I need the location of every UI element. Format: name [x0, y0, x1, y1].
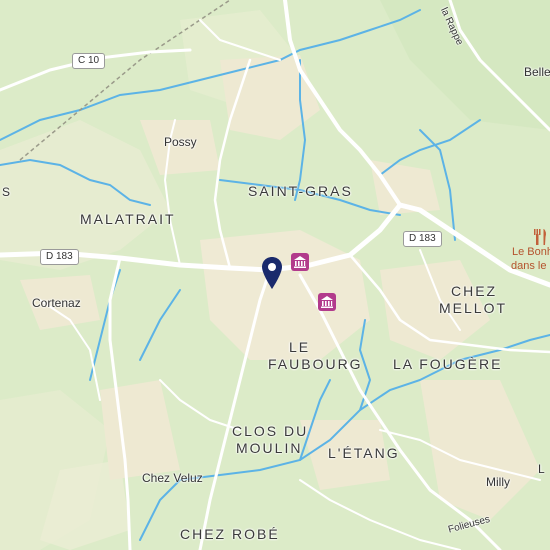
place-cortenaz: Cortenaz	[32, 296, 81, 310]
museum-icon[interactable]	[318, 293, 336, 311]
place-chez-mellot-line1: CHEZ	[451, 283, 498, 299]
place-belle: Belle	[524, 65, 550, 79]
place-le-faubourg-line1: LE	[289, 339, 311, 355]
place-le-faubourg-line2: FAUBOURG	[268, 356, 363, 372]
place-l-etang: L'ÉTANG	[328, 445, 400, 461]
place-clos-du-moulin-line1: CLOS DU	[232, 423, 309, 439]
road-label-d183-east: D 183	[403, 231, 442, 247]
location-pin-icon[interactable]	[261, 256, 283, 295]
place-milly: Milly	[486, 475, 510, 489]
restaurant-name-line2: dans le	[511, 260, 547, 272]
road-label-d183-west: D 183	[40, 249, 79, 265]
place-chez-mellot-line2: MELLOT	[439, 300, 508, 316]
place-chez-veluz: Chez Veluz	[142, 471, 203, 485]
place-malatrait: MALATRAIT	[80, 211, 176, 227]
map-view[interactable]: C 10 D 183 D 183 SAINT-GRAS MALATRAIT CH…	[0, 0, 550, 550]
place-clos-du-moulin-line2: MOULIN	[236, 440, 303, 456]
restaurant-name-line1: Le Bonh	[512, 246, 550, 258]
road-label-c10: C 10	[72, 53, 106, 69]
place-chez-robe: CHEZ ROBÉ	[180, 526, 280, 542]
place-la-fougere: LA FOUGÈRE	[393, 356, 503, 372]
place-possy: Possy	[164, 135, 197, 149]
museum-icon[interactable]	[291, 253, 309, 271]
place-s-edge: S	[2, 185, 11, 199]
place-l-edge: L	[538, 462, 545, 476]
place-saint-gras: SAINT-GRAS	[248, 183, 353, 199]
